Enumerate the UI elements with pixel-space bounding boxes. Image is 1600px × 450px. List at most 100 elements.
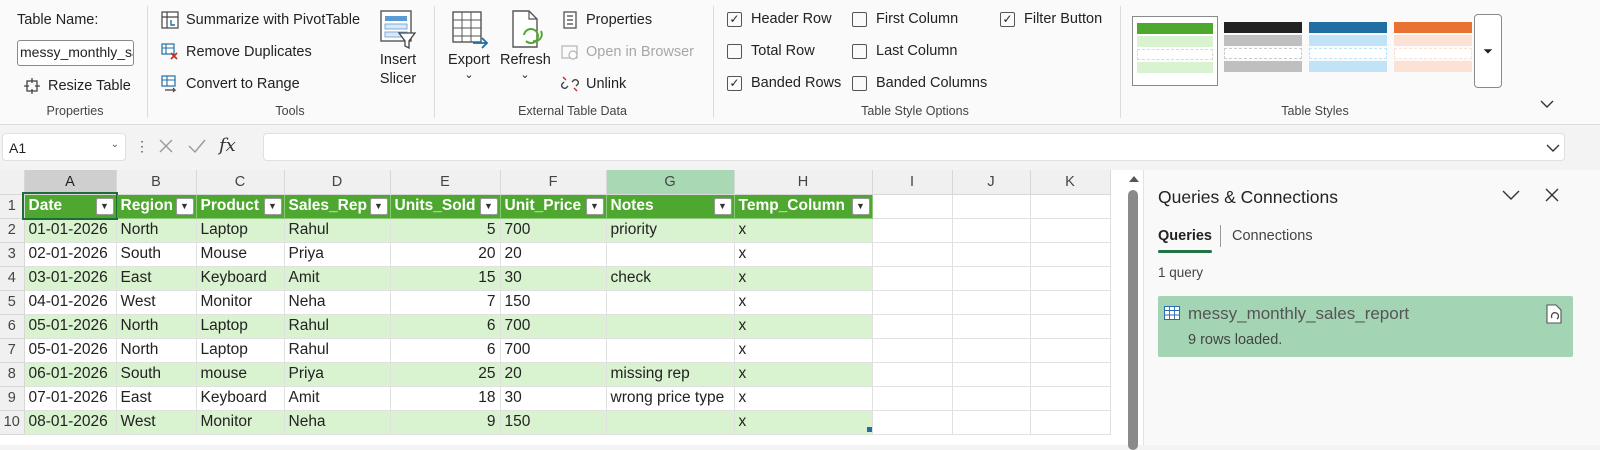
- table-cell[interactable]: Monitor: [196, 410, 285, 435]
- table-cell[interactable]: Neha: [284, 410, 391, 435]
- table-cell[interactable]: 700: [500, 218, 607, 243]
- empty-cell[interactable]: [952, 242, 1031, 267]
- more-options-icon[interactable]: ⋮: [135, 138, 149, 155]
- table-styles-gallery[interactable]: ⏷: [1132, 14, 1502, 88]
- table-header-cell[interactable]: Date ▼: [22, 192, 118, 220]
- table-cell[interactable]: West: [116, 290, 197, 315]
- table-cell[interactable]: 150: [500, 290, 607, 315]
- table-cell[interactable]: wrong price type: [606, 386, 735, 411]
- row-header[interactable]: 3: [0, 242, 25, 267]
- column-header[interactable]: E: [390, 170, 501, 195]
- column-header[interactable]: F: [500, 170, 607, 195]
- table-cell[interactable]: x: [734, 386, 873, 411]
- tab-connections[interactable]: Connections: [1232, 228, 1313, 244]
- empty-cell[interactable]: [952, 362, 1031, 387]
- table-cell[interactable]: x: [734, 218, 873, 243]
- empty-cell[interactable]: [872, 362, 953, 387]
- empty-cell[interactable]: [872, 290, 953, 315]
- empty-cell[interactable]: [952, 338, 1031, 363]
- table-cell[interactable]: Monitor: [196, 290, 285, 315]
- table-cell[interactable]: [606, 338, 735, 363]
- cancel-icon[interactable]: [157, 137, 175, 160]
- table-cell[interactable]: Keyboard: [196, 266, 285, 291]
- table-cell[interactable]: West: [116, 410, 197, 435]
- table-style-blue[interactable]: [1305, 16, 1391, 86]
- empty-cell[interactable]: [872, 410, 953, 435]
- empty-cell[interactable]: [952, 290, 1031, 315]
- empty-cell[interactable]: [872, 338, 953, 363]
- empty-cell[interactable]: [872, 218, 953, 243]
- total-row-checkbox[interactable]: Total Row: [727, 43, 815, 59]
- table-cell[interactable]: Neha: [284, 290, 391, 315]
- scroll-up-icon[interactable]: [1129, 176, 1139, 182]
- table-style-black[interactable]: [1220, 16, 1306, 86]
- banded-rows-checkbox[interactable]: ✓ Banded Rows: [727, 75, 841, 91]
- empty-cell[interactable]: [1030, 386, 1111, 411]
- empty-cell[interactable]: [952, 266, 1031, 291]
- table-cell[interactable]: East: [116, 266, 197, 291]
- table-cell[interactable]: 9: [390, 410, 501, 435]
- table-cell[interactable]: South: [116, 242, 197, 267]
- table-cell[interactable]: [606, 410, 735, 435]
- empty-cell[interactable]: [1030, 410, 1111, 435]
- empty-cell[interactable]: [952, 218, 1031, 243]
- column-header[interactable]: K: [1030, 170, 1111, 195]
- refresh-button[interactable]: Refresh ⌄: [500, 9, 551, 81]
- table-cell[interactable]: 25: [390, 362, 501, 387]
- table-cell[interactable]: South: [116, 362, 197, 387]
- pivot-table-button[interactable]: Summarize with PivotTable: [160, 10, 360, 30]
- banded-columns-checkbox[interactable]: Banded Columns: [852, 75, 987, 91]
- empty-cell[interactable]: [952, 410, 1031, 435]
- header-row-checkbox[interactable]: ✓ Header Row: [727, 11, 832, 27]
- filter-dropdown-icon[interactable]: ▼: [95, 197, 114, 215]
- table-cell[interactable]: Rahul: [284, 218, 391, 243]
- table-cell[interactable]: 150: [500, 410, 607, 435]
- column-header[interactable]: C: [196, 170, 285, 195]
- table-cell[interactable]: x: [734, 362, 873, 387]
- table-cell[interactable]: 05-01-2026: [24, 338, 117, 363]
- table-cell[interactable]: 03-01-2026: [24, 266, 117, 291]
- table-cell[interactable]: [606, 242, 735, 267]
- table-cell[interactable]: missing rep: [606, 362, 735, 387]
- table-cell[interactable]: 6: [390, 338, 501, 363]
- table-style-green[interactable]: [1132, 16, 1218, 86]
- table-cell[interactable]: 07-01-2026: [24, 386, 117, 411]
- table-cell[interactable]: 15: [390, 266, 501, 291]
- tab-queries[interactable]: Queries: [1158, 228, 1212, 253]
- table-cell[interactable]: 20: [500, 242, 607, 267]
- table-cell[interactable]: 30: [500, 386, 607, 411]
- query-item[interactable]: messy_monthly_sales_report 9 rows loaded…: [1158, 296, 1573, 357]
- filter-button-checkbox[interactable]: ✓ Filter Button: [1000, 11, 1102, 27]
- row-header[interactable]: 2: [0, 218, 25, 243]
- scroll-thumb[interactable]: [1128, 190, 1138, 450]
- column-header[interactable]: G: [606, 170, 735, 195]
- table-cell[interactable]: 700: [500, 338, 607, 363]
- empty-cell[interactable]: [1030, 218, 1111, 243]
- table-cell[interactable]: 6: [390, 314, 501, 339]
- properties-button[interactable]: Properties: [560, 10, 652, 30]
- table-cell[interactable]: x: [734, 266, 873, 291]
- empty-cell[interactable]: [872, 242, 953, 267]
- formula-input[interactable]: [263, 133, 1565, 161]
- refresh-query-icon[interactable]: [1545, 304, 1563, 329]
- table-cell[interactable]: North: [116, 314, 197, 339]
- column-header[interactable]: B: [116, 170, 197, 195]
- table-cell[interactable]: x: [734, 242, 873, 267]
- table-cell[interactable]: Laptop: [196, 338, 285, 363]
- vertical-scrollbar[interactable]: [1125, 170, 1143, 450]
- empty-cell[interactable]: [1030, 266, 1111, 291]
- table-cell[interactable]: 7: [390, 290, 501, 315]
- empty-cell[interactable]: [1030, 338, 1111, 363]
- enter-icon[interactable]: [187, 137, 207, 160]
- table-header-cell[interactable]: Notes ▼: [606, 194, 735, 219]
- select-all-corner[interactable]: [0, 170, 25, 195]
- resize-table-button[interactable]: Resize Table: [22, 76, 131, 96]
- table-cell[interactable]: North: [116, 218, 197, 243]
- row-header[interactable]: 7: [0, 338, 25, 363]
- insert-slicer-button[interactable]: Insert Slicer: [372, 9, 424, 89]
- table-cell[interactable]: Priya: [284, 242, 391, 267]
- unlink-button[interactable]: Unlink: [560, 74, 626, 94]
- name-box[interactable]: A1 ⌄: [2, 133, 126, 161]
- filter-dropdown-icon[interactable]: ▼: [263, 197, 282, 215]
- filter-dropdown-icon[interactable]: ▼: [585, 197, 604, 215]
